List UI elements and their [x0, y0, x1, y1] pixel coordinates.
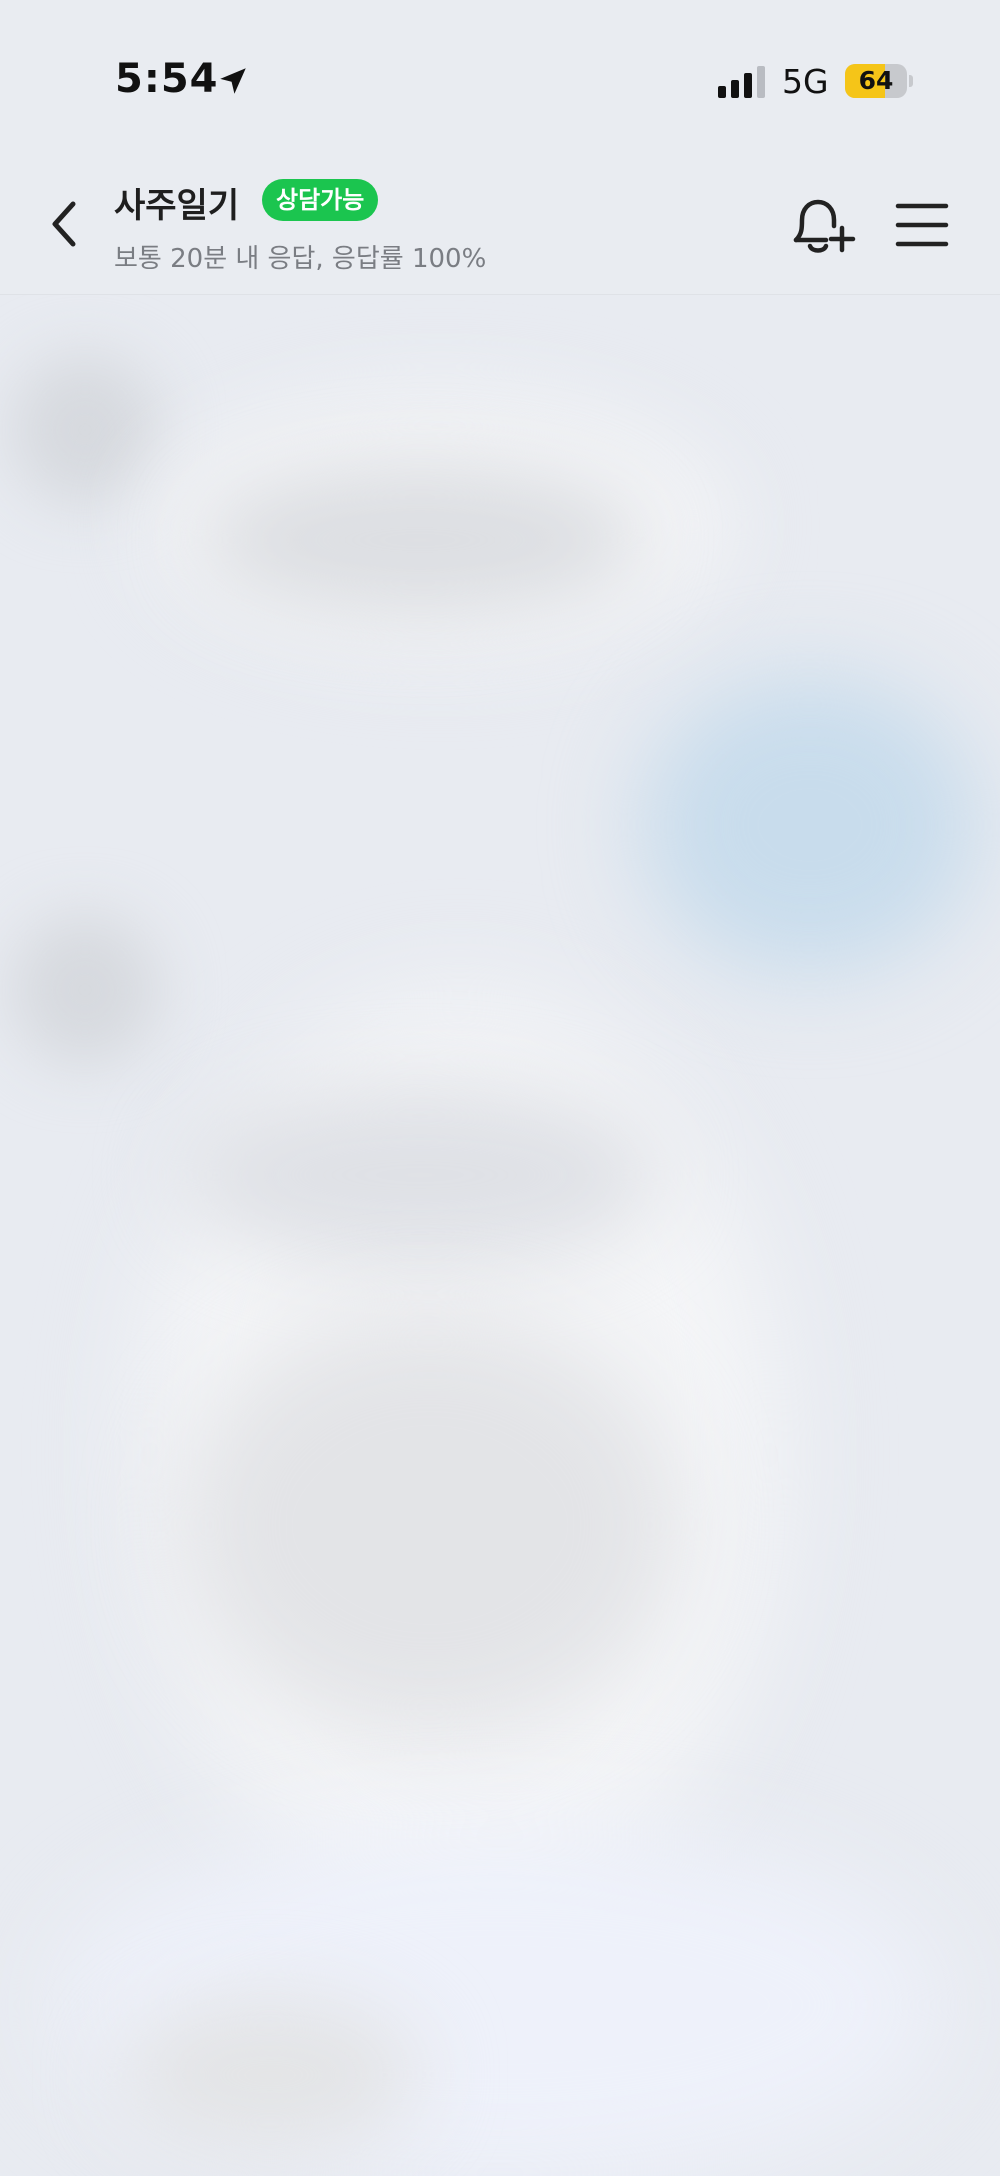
cellular-signal-icon	[718, 66, 765, 98]
back-chevron-icon	[52, 201, 76, 247]
blurred-avatar	[10, 355, 160, 505]
location-arrow-icon	[220, 68, 246, 94]
chat-message-area[interactable]	[0, 295, 1000, 2176]
blurred-message-text	[180, 1085, 660, 1265]
back-button[interactable]	[36, 194, 92, 254]
blurred-avatar	[10, 915, 160, 1065]
blurred-message-text	[180, 1315, 680, 1735]
hamburger-menu-icon	[895, 203, 949, 247]
battery-tip	[909, 75, 913, 87]
status-bar: 5:54 5G 64	[0, 0, 1000, 150]
status-badge: 상담가능	[262, 179, 379, 221]
status-time: 5:54	[115, 56, 219, 102]
notification-add-button[interactable]	[788, 194, 856, 260]
battery-percent: 64	[858, 66, 894, 95]
battery-icon: 64	[845, 64, 907, 98]
response-info: 보통 20분 내 응답, 응답률 100%	[114, 244, 487, 274]
bell-plus-icon	[793, 199, 856, 253]
chat-title: 사주일기	[114, 186, 240, 226]
menu-button[interactable]	[894, 200, 950, 250]
chat-header: 사주일기 상담가능 보통 20분 내 응답, 응답률 100%	[0, 150, 1000, 295]
blurred-reply-bubble	[640, 675, 980, 975]
network-type: 5G	[782, 62, 829, 101]
blurred-bottom-element	[120, 1995, 420, 2155]
blurred-message-text	[200, 465, 640, 615]
